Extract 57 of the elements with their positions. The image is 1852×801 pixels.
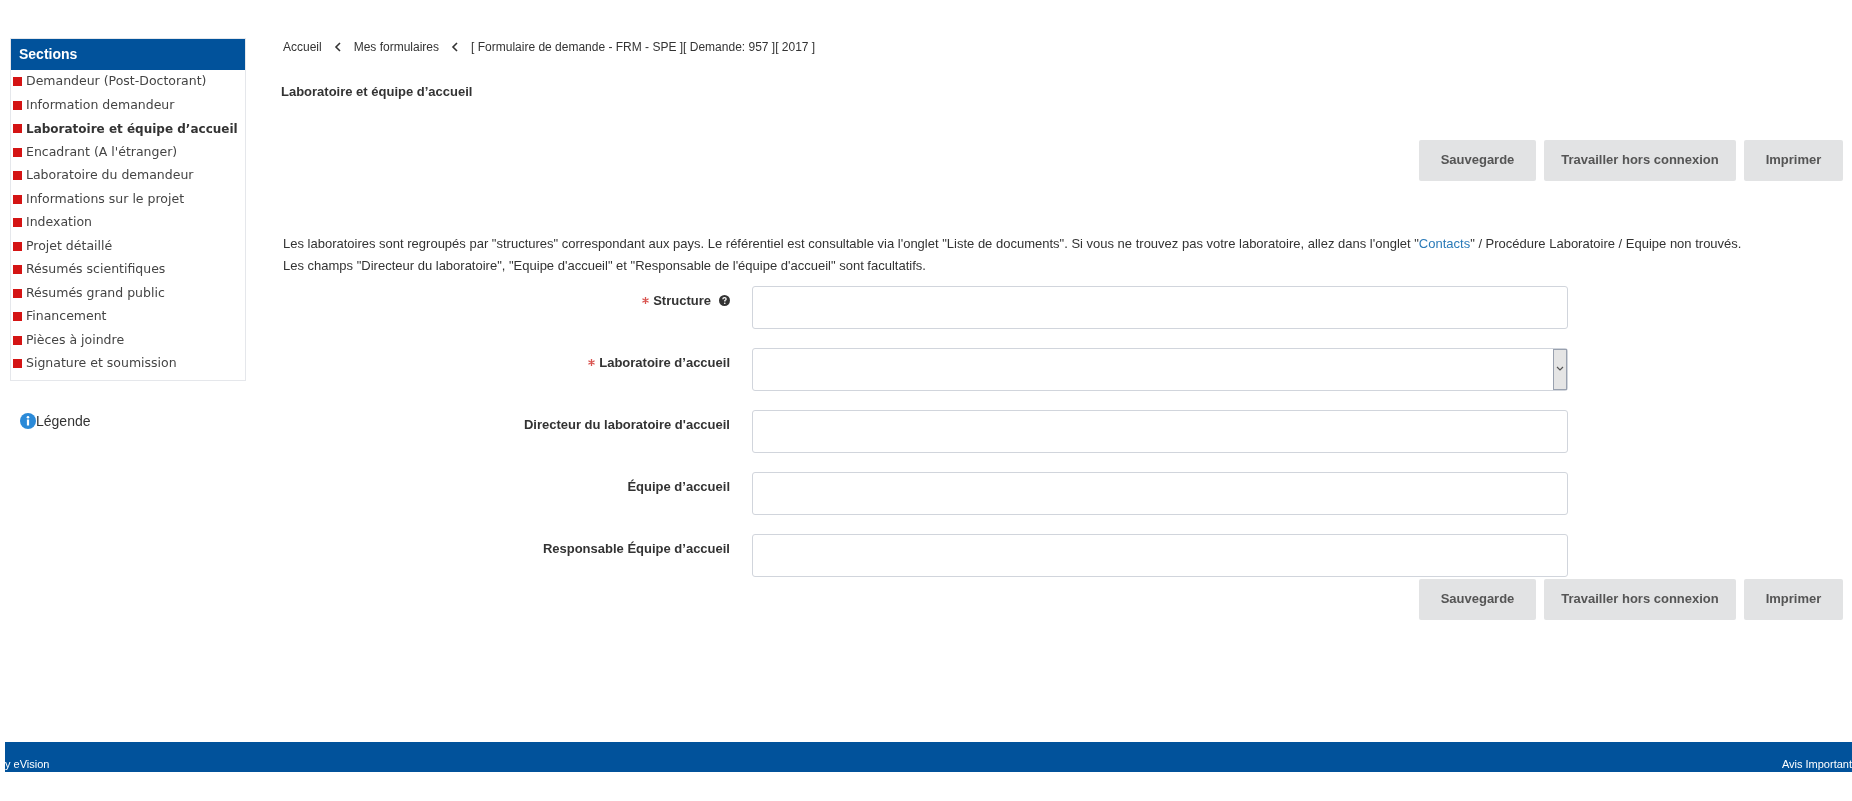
chevron-icon [451,42,460,52]
field-label: Directeur du laboratoire d'accueil [523,415,730,434]
footer-credit: y eVision [5,756,50,772]
sidebar-item[interactable]: Information demandeur [26,95,175,115]
legend-link[interactable]: Légende [36,410,91,432]
bullet-icon [13,359,22,369]
form-button[interactable]: Imprimer [1744,578,1843,620]
field-label: Structure [653,291,711,310]
breadcrumb-link[interactable]: Mes formulaires [353,38,440,56]
sidebar-item[interactable]: Indexation [26,213,92,233]
field-label: Responsable Équipe d’accueil [542,539,730,558]
bullet-icon [13,218,22,228]
form-button[interactable]: Imprimer [1744,139,1843,181]
dropdown-caret-icon [1553,348,1567,390]
bullet-icon [13,194,22,204]
sidebar-item[interactable]: Résumés scientifiques [26,260,166,280]
form-button[interactable]: Travailler hors connexion [1544,578,1736,620]
breadcrumb-link[interactable]: [ Formulaire de demande - FRM - SPE ][ Demande: 957 ][ 2017 ] [471,38,816,56]
sidebar-item[interactable]: Pièces à joindre [26,330,125,350]
bullet-icon [13,171,22,181]
bullet-icon [13,147,22,157]
input-field[interactable] [752,409,1568,453]
sidebar-item[interactable]: Signature et soumission [26,354,177,374]
chevron-icon [333,42,342,52]
input-field[interactable] [752,471,1568,515]
form-button[interactable]: Sauvegarde [1419,578,1536,620]
field-label: Équipe d’accueil [627,477,730,496]
bullet-icon [13,124,22,134]
field-label: Laboratoire d’accueil [599,353,730,372]
sidebar-item[interactable]: Informations sur le projet [26,189,185,209]
info-icon [20,413,36,429]
form-button[interactable]: Sauvegarde [1419,139,1536,181]
bullet-icon [13,77,22,87]
sidebar-item[interactable]: Laboratoire du demandeur [26,166,194,186]
footer-link[interactable]: Avis Important [1781,755,1852,772]
intro-paragraph: Les laboratoires sont regroupés par "structures" correspondant aux pays. Le référentiel est consultable via l'onglet "Liste de documents". Si vous ne trouvez pas votre laboratoire, allez dans l'onglet "Contacts" / Procédure Laboratoire / Equipe non trouvés. Les champs "Directeur du laboratoire", "Equipe d'accueil" et "Responsable de l'équipe d'accueil" sont facultatifs. [283,234,1743,275]
input-field[interactable] [752,533,1568,577]
select-field[interactable] [752,347,1568,391]
bullet-icon [13,288,22,298]
input-field[interactable] [752,285,1568,329]
page-title: Laboratoire et équipe d’accueil [281,83,474,101]
help-icon[interactable] [719,294,730,306]
sidebar-item[interactable]: Résumés grand public [26,283,165,303]
sidebar-item[interactable]: Financement [26,307,107,327]
bullet-icon [13,312,22,322]
bullet-icon [13,100,22,110]
sidebar-item[interactable]: Laboratoire et équipe d’accueil [26,119,238,138]
contacts-link[interactable]: Contacts [1418,235,1471,251]
bullet-icon [13,335,22,345]
sidebar-title: Sections [11,39,245,70]
sidebar-item[interactable]: Projet détaillé [26,236,113,256]
bullet-icon [13,265,22,275]
sidebar-item[interactable]: Demandeur (Post-Doctorant) [26,72,207,92]
sidebar-item[interactable]: Encadrant (A l'étranger) [26,142,178,162]
form-button[interactable]: Travailler hors connexion [1544,139,1736,181]
bullet-icon [13,241,22,251]
breadcrumb-link[interactable]: Accueil [283,38,322,56]
